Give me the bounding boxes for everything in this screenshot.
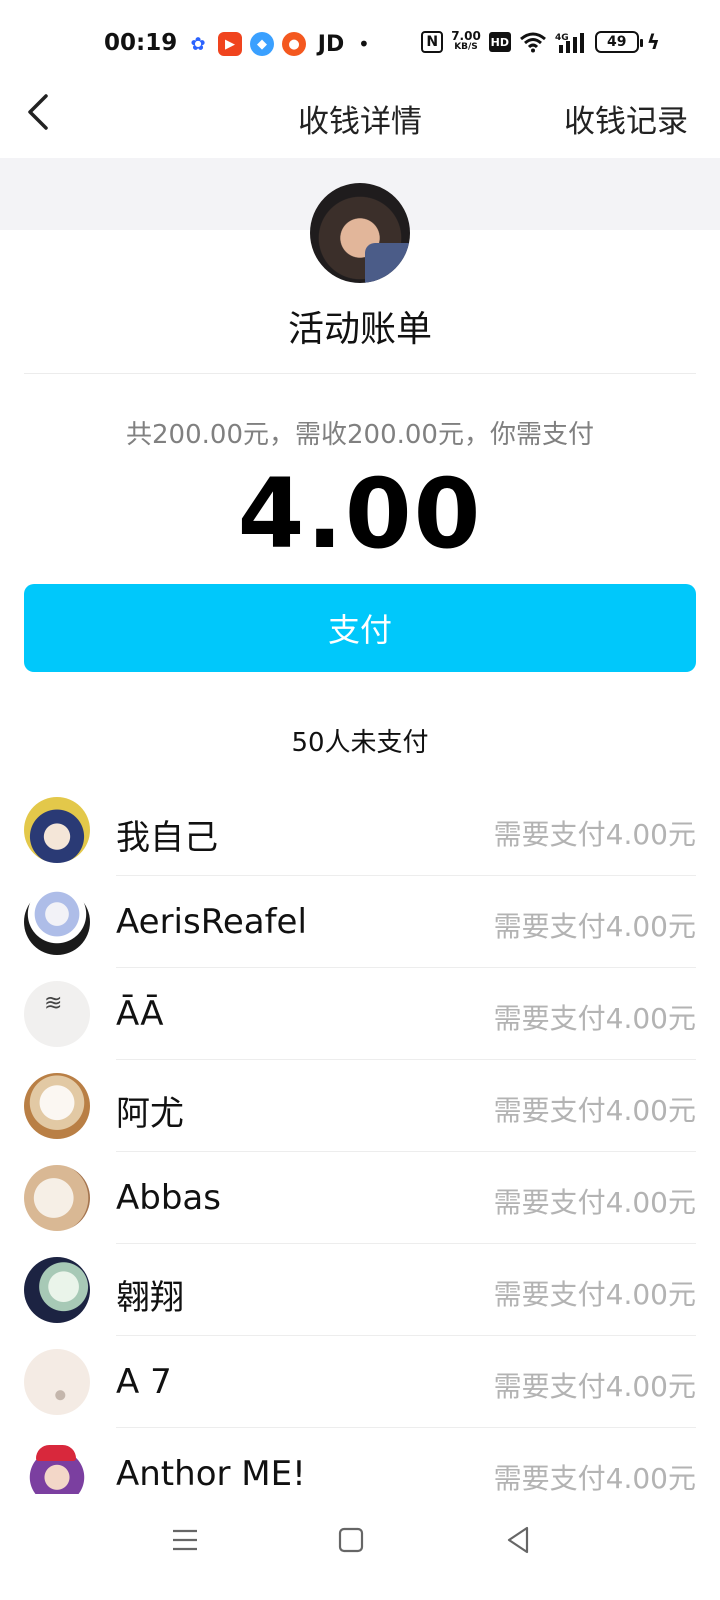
member-name: 阿尤 <box>116 1094 184 1134</box>
member-due: 需要支付4.00元 <box>493 1278 696 1311</box>
notification-dot: • <box>358 32 370 56</box>
member-due: 需要支付4.00元 <box>493 1370 696 1403</box>
member-row[interactable]: 我自己 需要支付4.00元 <box>0 784 720 876</box>
unpaid-count: 50人未支付 <box>291 728 429 758</box>
avatar <box>24 889 90 955</box>
baidu-icon: ✿ <box>186 32 210 56</box>
speed-unit: KB/S <box>454 42 478 52</box>
wifi-icon <box>519 32 546 53</box>
member-name: Abbas <box>116 1178 221 1218</box>
divider <box>24 373 696 374</box>
network-speed: 7.00 KB/S <box>451 29 481 53</box>
jd-app-icon: JD <box>317 31 345 57</box>
hd-icon: HD <box>488 32 511 52</box>
system-nav-bar <box>0 1494 720 1600</box>
signal-icon: 4G <box>555 33 584 53</box>
member-name: 翱翔 <box>116 1278 184 1318</box>
notification-icons: ✿ ▶ ◆ ● JD • <box>186 31 370 57</box>
member-row[interactable]: AerisReafel 需要支付4.00元 <box>0 876 720 968</box>
avatar <box>24 797 90 863</box>
member-list: 我自己 需要支付4.00元 AerisReafel 需要支付4.00元 ≋ ĀĀ… <box>0 784 720 1520</box>
status-bar: 00:19 ✿ ▶ ◆ ● JD • N 7.00 KB/S HD 4G 49 … <box>0 0 720 68</box>
member-row[interactable]: ≋ ĀĀ 需要支付4.00元 <box>0 968 720 1060</box>
battery-icon: 49 <box>594 31 643 53</box>
member-name: 我自己 <box>116 818 218 858</box>
member-row[interactable]: 翱翔 需要支付4.00元 <box>0 1244 720 1336</box>
video-app-icon: ▶ <box>218 32 242 56</box>
speed-value: 7.00 <box>451 29 481 43</box>
avatar <box>24 1257 90 1323</box>
payment-records-link[interactable]: 收钱记录 <box>564 96 688 141</box>
avatar <box>24 1349 90 1415</box>
home-icon[interactable] <box>331 1520 371 1560</box>
member-row[interactable]: Abbas 需要支付4.00元 <box>0 1152 720 1244</box>
collector-avatar <box>310 183 410 283</box>
member-due: 需要支付4.00元 <box>493 910 696 943</box>
blue-app-icon: ◆ <box>250 32 274 56</box>
amount-due: 4.00 <box>237 458 483 570</box>
member-due: 需要支付4.00元 <box>493 1186 696 1219</box>
member-due: 需要支付4.00元 <box>493 1094 696 1127</box>
avatar <box>24 1073 90 1139</box>
member-due: 需要支付4.00元 <box>493 818 696 851</box>
orange-app-icon: ● <box>282 32 306 56</box>
member-name: A 7 <box>116 1362 172 1402</box>
bill-summary: 共200.00元，需收200.00元，你需支付 <box>126 420 594 450</box>
member-name: Anthor ME! <box>116 1454 306 1494</box>
avatar: ≋ <box>24 981 90 1047</box>
member-row[interactable]: A 7 需要支付4.00元 <box>0 1336 720 1428</box>
member-due: 需要支付4.00元 <box>493 1002 696 1035</box>
member-row[interactable]: 阿尤 需要支付4.00元 <box>0 1060 720 1152</box>
pay-button[interactable]: 支付 <box>24 584 696 672</box>
avatar <box>24 1165 90 1231</box>
top-nav-bar: 收钱详情 收钱记录 <box>0 68 720 158</box>
nfc-icon: N <box>421 31 444 53</box>
back-triangle-icon[interactable] <box>499 1520 539 1560</box>
member-due: 需要支付4.00元 <box>493 1462 696 1495</box>
system-indicators: N 7.00 KB/S HD 4G 49 ϟ <box>421 30 660 54</box>
member-name: AerisReafel <box>116 902 307 942</box>
bill-title: 活动账单 <box>287 309 432 350</box>
member-name: ĀĀ <box>116 994 164 1034</box>
status-time: 00:19 <box>104 30 178 56</box>
menu-icon[interactable] <box>165 1520 205 1560</box>
charging-icon: ϟ <box>646 30 660 54</box>
